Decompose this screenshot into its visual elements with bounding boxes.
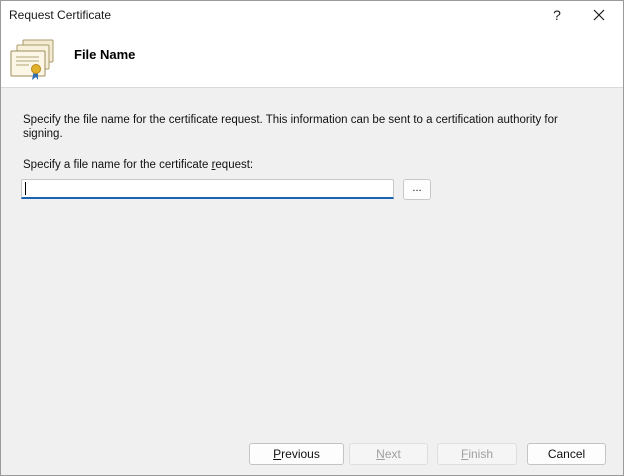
browse-button[interactable]: ...	[403, 179, 431, 200]
filename-input[interactable]	[21, 179, 394, 199]
wizard-header: File Name	[1, 29, 623, 88]
help-icon: ?	[553, 7, 561, 23]
close-button[interactable]	[579, 1, 619, 29]
wizard-content: Specify the file name for the certificat…	[1, 88, 623, 433]
title-bar: Request Certificate ?	[1, 1, 623, 29]
filename-label-part: Specify a file name for the certificate	[23, 159, 212, 171]
next-button[interactable]: Next	[349, 443, 428, 465]
previous-label: revious	[281, 447, 320, 461]
certificate-icon	[10, 39, 54, 80]
filename-label-part: equest:	[215, 159, 254, 171]
previous-mnemonic: P	[273, 447, 282, 461]
wizard-footer: Previous Next Finish Cancel	[1, 433, 623, 475]
request-certificate-dialog: Request Certificate ? File Name Specify …	[0, 0, 624, 476]
close-icon	[593, 9, 605, 21]
page-title: File Name	[74, 47, 136, 62]
finish-label: inish	[468, 447, 494, 461]
window-title: Request Certificate	[9, 8, 112, 22]
previous-button[interactable]: Previous	[249, 443, 344, 465]
cancel-button[interactable]: Cancel	[527, 443, 606, 465]
finish-mnemonic: F	[460, 447, 469, 461]
next-mnemonic: N	[376, 447, 385, 461]
finish-button[interactable]: Finish	[437, 443, 517, 465]
help-button[interactable]: ?	[537, 1, 577, 29]
text-caret	[25, 182, 26, 195]
description-text: Specify the file name for the certificat…	[23, 114, 558, 140]
next-label: ext	[384, 447, 401, 461]
filename-label: Specify a file name for the certificate …	[23, 159, 253, 171]
